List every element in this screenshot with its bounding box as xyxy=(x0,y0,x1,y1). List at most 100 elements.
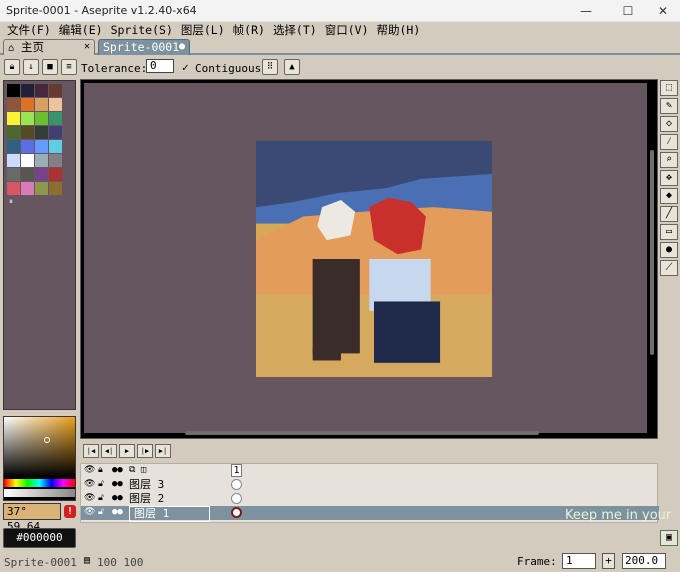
alpha-slider[interactable] xyxy=(4,489,75,497)
palette-swatch[interactable] xyxy=(21,154,34,167)
contour-tool-icon[interactable]: ● xyxy=(660,242,678,258)
menu-sprite[interactable]: Sprite(S) xyxy=(107,22,177,38)
frame-number[interactable]: 1 xyxy=(231,464,242,477)
menu-layer[interactable]: 图层(L) xyxy=(177,22,229,38)
cel-icon[interactable] xyxy=(231,493,242,504)
eye-icon[interactable]: 👁︎ xyxy=(84,507,95,517)
tab-sprite[interactable]: Sprite-0001 ● xyxy=(98,39,190,55)
palette-swatch[interactable] xyxy=(35,154,48,167)
hue-slider[interactable] xyxy=(4,479,75,487)
next-frame-icon[interactable]: |▶ xyxy=(137,444,153,458)
modified-dot-icon[interactable]: ● xyxy=(179,40,185,54)
layers-icon[interactable]: ⧉ ◫ xyxy=(129,465,146,475)
menu-edit[interactable]: 编辑(E) xyxy=(55,22,107,38)
warning-icon[interactable]: ! xyxy=(64,505,76,518)
palette-swatch[interactable] xyxy=(49,98,62,111)
palette-swatch[interactable] xyxy=(21,140,34,153)
pencil-tool-icon[interactable]: ✎ xyxy=(660,98,678,114)
eyedropper-tool-icon[interactable]: ⁄ xyxy=(660,134,678,150)
layer-name[interactable]: 图层 1 xyxy=(129,506,211,522)
prev-frame-icon[interactable]: ◀| xyxy=(101,444,117,458)
cel-icon[interactable] xyxy=(231,479,242,490)
palette-swatch[interactable] xyxy=(49,126,62,139)
picker-cursor-icon[interactable] xyxy=(44,437,50,443)
close-icon[interactable]: ✕ xyxy=(84,40,90,54)
minimize-button[interactable]: — xyxy=(578,3,594,19)
menu-file[interactable]: 文件(F) xyxy=(3,22,55,38)
palette-swatch[interactable] xyxy=(49,168,62,181)
tab-home[interactable]: ⌂ 主页 ✕ xyxy=(3,39,95,55)
close-button[interactable]: ✕ xyxy=(655,3,671,19)
preview-icon[interactable]: ▣ xyxy=(660,530,678,546)
vertical-scrollbar[interactable] xyxy=(650,150,654,355)
marquee-tool-icon[interactable]: ⬚ xyxy=(660,80,678,96)
palette-swatch[interactable] xyxy=(49,112,62,125)
palette-swatch[interactable] xyxy=(35,182,48,195)
link-icon[interactable]: ●● xyxy=(112,507,123,517)
menu-lines-icon[interactable]: ≡ xyxy=(61,59,77,75)
palette-swatch[interactable] xyxy=(21,182,34,195)
eye-icon[interactable]: 👁︎ xyxy=(84,465,95,475)
palette-swatch[interactable] xyxy=(35,168,48,181)
sprite-artwork[interactable] xyxy=(256,141,492,377)
move-tool-icon[interactable]: ✥ xyxy=(660,170,678,186)
palette-swatch[interactable] xyxy=(7,126,20,139)
person-icon[interactable]: ▲ xyxy=(284,59,300,75)
frame-input[interactable]: 1 xyxy=(562,553,596,569)
link-icon[interactable]: ●● xyxy=(112,493,123,503)
blur-tool-icon[interactable]: ⟋ xyxy=(660,260,678,276)
last-frame-icon[interactable]: ▶| xyxy=(155,444,171,458)
palette-swatch[interactable] xyxy=(21,112,34,125)
eye-icon[interactable]: 👁︎ xyxy=(84,479,95,489)
lock-icon[interactable]: 🔒︎ xyxy=(98,465,103,475)
layer-row[interactable]: 👁︎ 🔓︎ ●● 图层 3 xyxy=(81,478,659,492)
zoom-input[interactable]: 200.0 xyxy=(622,553,666,569)
layer-row[interactable]: 👁︎ 🔓︎ ●● 图层 2 xyxy=(81,492,659,506)
lock-icon[interactable]: 🔒︎ xyxy=(4,59,20,75)
square-icon[interactable]: ■ xyxy=(42,59,58,75)
maximize-button[interactable]: ☐ xyxy=(620,3,636,19)
horizontal-scrollbar[interactable] xyxy=(185,431,539,435)
hex-color-button[interactable]: #000000 xyxy=(3,528,76,548)
tolerance-input[interactable]: 0 xyxy=(146,59,174,73)
palette-swatch[interactable] xyxy=(7,140,20,153)
play-icon[interactable]: ▶ xyxy=(119,444,135,458)
palette-swatch[interactable] xyxy=(7,168,20,181)
fill-tool-icon[interactable]: ◆ xyxy=(660,188,678,204)
lock-icon[interactable]: 🔓︎ xyxy=(98,507,104,517)
palette-swatch[interactable] xyxy=(49,154,62,167)
sprite-editor[interactable] xyxy=(80,79,658,439)
foreground-color-info[interactable]: 37° 59,64 xyxy=(3,503,61,533)
canvas-background[interactable] xyxy=(84,83,647,433)
line-tool-icon[interactable]: ╱ xyxy=(660,206,678,222)
first-frame-icon[interactable]: |◀ xyxy=(83,444,99,458)
palette-swatch[interactable] xyxy=(35,84,48,97)
menu-help[interactable]: 帮助(H) xyxy=(373,22,425,38)
zoom-tool-icon[interactable]: ⌕ xyxy=(660,152,678,168)
color-picker[interactable] xyxy=(3,416,76,501)
saturation-value-square[interactable] xyxy=(4,417,75,477)
eye-icon[interactable]: 👁︎ xyxy=(84,493,95,503)
palette-swatch[interactable] xyxy=(35,140,48,153)
palette-swatch[interactable] xyxy=(7,154,20,167)
layer-name[interactable]: 图层 3 xyxy=(129,478,164,492)
palette-resize-icon[interactable]: ⏸ xyxy=(9,197,13,207)
palette-swatch[interactable] xyxy=(35,98,48,111)
palette-swatch[interactable] xyxy=(21,126,34,139)
palette-swatch[interactable] xyxy=(7,84,20,97)
palette-swatch[interactable] xyxy=(21,98,34,111)
palette-swatch[interactable] xyxy=(35,112,48,125)
palette-swatch[interactable] xyxy=(49,140,62,153)
menu-view[interactable]: 窗口(V) xyxy=(321,22,373,38)
eraser-tool-icon[interactable]: ◇ xyxy=(660,116,678,132)
lock-icon[interactable]: 🔓︎ xyxy=(98,493,104,503)
palette-swatch[interactable] xyxy=(35,126,48,139)
palette-swatch[interactable] xyxy=(7,182,20,195)
palette-swatch[interactable] xyxy=(49,182,62,195)
palette-swatch[interactable] xyxy=(7,112,20,125)
pixel-pattern-icon[interactable]: ⠿ xyxy=(262,59,278,75)
menu-select[interactable]: 选择(T) xyxy=(269,22,321,38)
down-arrow-icon[interactable]: ↓ xyxy=(23,59,39,75)
check-icon[interactable]: ✓ xyxy=(182,61,189,74)
palette-swatch[interactable] xyxy=(21,168,34,181)
